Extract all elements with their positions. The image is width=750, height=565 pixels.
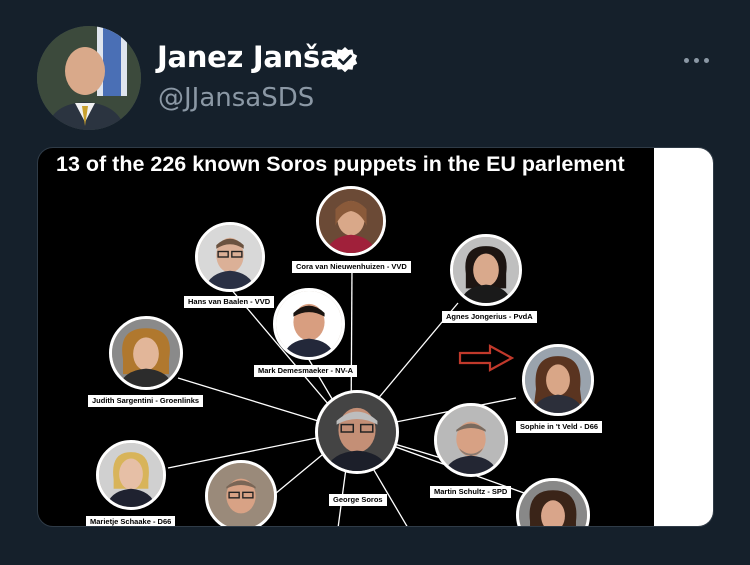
label-judith: Judith Sargentini - Groenlinks: [88, 395, 204, 408]
display-name[interactable]: Janez Janša: [157, 40, 339, 74]
tweet-header: Janez Janša @JJansaSDS: [0, 0, 750, 140]
tweet-media[interactable]: 13 of the 226 known Soros puppets in the…: [37, 147, 714, 527]
portrait-marietje: [96, 440, 166, 510]
label-george: George Soros: [329, 494, 387, 507]
label-sophie: Sophie in 't Veld - D66: [516, 421, 603, 434]
red-arrow-icon: [458, 344, 514, 372]
portrait-sophie: [522, 344, 594, 416]
portrait-mark: [273, 288, 345, 360]
label-martin: Martin Schultz - SPD: [430, 486, 512, 499]
more-options-icon[interactable]: [679, 50, 715, 70]
portrait-cora: [316, 186, 386, 256]
portrait-unlabeled-bottom-left: [205, 460, 277, 526]
portrait-judith: [109, 316, 183, 390]
label-cora: Cora van Nieuwenhuizen - VVD: [292, 261, 411, 274]
label-mark: Mark Demesmaeker - NV-A: [254, 365, 358, 378]
handle[interactable]: @JJansaSDS: [158, 83, 314, 113]
portrait-hans: [195, 222, 265, 292]
media-white-margin: [654, 148, 713, 526]
avatar[interactable]: [37, 26, 141, 130]
label-marietje: Marietje Schaake - D66: [86, 516, 176, 526]
verified-badge-icon: [332, 47, 358, 73]
portrait-agnes: [450, 234, 522, 306]
portrait-george: [315, 390, 399, 474]
label-hans: Hans van Baalen - VVD: [184, 296, 275, 309]
portrait-martin: [434, 403, 508, 477]
label-agnes: Agnes Jongerius - PvdA: [442, 311, 537, 324]
